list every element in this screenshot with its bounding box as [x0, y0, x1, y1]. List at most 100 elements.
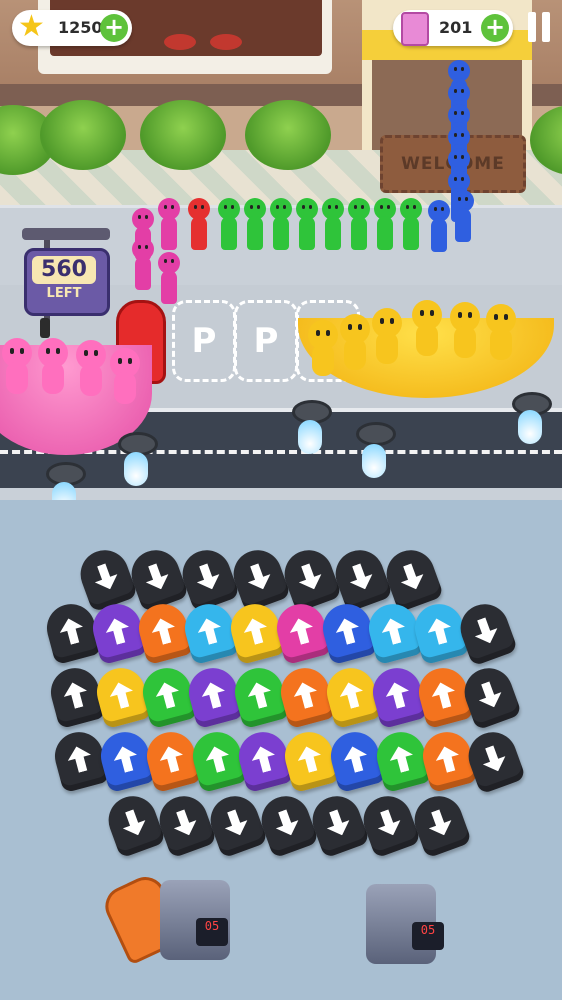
grid-boat[interactable]	[152, 789, 218, 859]
tickets-pill: 201 +	[393, 10, 513, 46]
eye	[380, 318, 384, 324]
eye	[413, 205, 416, 209]
eye	[454, 177, 457, 181]
rider-body	[344, 338, 366, 370]
star-icon: ★	[18, 9, 45, 44]
passenger-body	[351, 216, 367, 250]
grid-boat[interactable]	[379, 543, 445, 613]
arrow-up-icon	[387, 743, 417, 774]
rider-body	[376, 332, 398, 364]
passenger-body	[299, 216, 315, 250]
eye	[84, 350, 88, 356]
passenger	[130, 238, 156, 290]
grid-boat[interactable]	[203, 789, 269, 859]
grid-boat[interactable]	[453, 597, 519, 667]
arrow-down-icon	[373, 807, 404, 840]
eye	[283, 205, 286, 209]
eye	[465, 197, 468, 201]
arrow-down-icon	[478, 743, 509, 776]
arrow-up-icon	[153, 679, 183, 710]
grid-boat[interactable]	[124, 543, 190, 613]
eye	[171, 259, 174, 263]
passenger	[242, 198, 268, 250]
rider-body	[312, 344, 334, 376]
grid-boat[interactable]	[101, 789, 167, 859]
add-stars-button[interactable]: +	[100, 14, 128, 42]
arrow-up-icon	[65, 743, 95, 774]
arrow-down-icon	[396, 561, 427, 594]
game-scene: WELCOME P P 560 LEFT	[0, 0, 562, 500]
stars-count: 1250	[58, 18, 103, 37]
eye	[94, 350, 98, 356]
rider	[484, 304, 518, 360]
bush	[140, 100, 226, 170]
eye	[390, 318, 394, 324]
eye	[380, 205, 383, 209]
launcher-counter-left: 05	[196, 918, 228, 946]
arrow-down-icon	[192, 561, 223, 594]
arrow-up-icon	[249, 743, 279, 774]
arrow-down-icon	[220, 807, 251, 840]
eye	[361, 205, 364, 209]
arrow-down-icon	[169, 807, 200, 840]
passenger-body	[221, 216, 237, 250]
arrow-down-icon	[345, 561, 376, 594]
traffic-light-icon	[40, 318, 50, 338]
arrow-up-icon	[199, 679, 229, 710]
grid-boat[interactable]	[457, 661, 523, 731]
passenger	[156, 198, 182, 250]
grid-boat[interactable]	[277, 543, 343, 613]
grid-boat[interactable]	[305, 789, 371, 859]
eye	[458, 197, 461, 201]
grid-boat[interactable]	[254, 789, 320, 859]
eye	[328, 205, 331, 209]
grid-boat[interactable]	[461, 725, 527, 795]
arrow-up-icon	[379, 615, 409, 646]
eye	[118, 358, 122, 364]
eye	[138, 215, 141, 219]
passenger	[156, 252, 182, 304]
grid-boat[interactable]	[328, 543, 394, 613]
grid-boat[interactable]	[356, 789, 422, 859]
arrow-up-icon	[195, 615, 225, 646]
rider	[108, 348, 142, 404]
passenger-body	[325, 216, 341, 250]
rider-body	[80, 364, 102, 396]
ticket-icon	[401, 12, 429, 46]
add-tickets-button[interactable]: +	[481, 14, 509, 42]
stars-pill: ★ 1250 +	[12, 10, 132, 46]
grid-boat[interactable]	[226, 543, 292, 613]
arrow-up-icon	[291, 679, 321, 710]
arrow-down-icon	[470, 615, 501, 648]
eye	[171, 205, 174, 209]
grid-boat[interactable]	[407, 789, 473, 859]
rider	[410, 300, 444, 356]
passenger	[346, 198, 372, 250]
jet-icon	[124, 452, 148, 486]
rider-body	[416, 324, 438, 356]
arrow-up-icon	[341, 743, 371, 774]
eye	[458, 312, 462, 318]
arrow-down-icon	[474, 679, 505, 712]
eye	[454, 155, 457, 159]
passenger	[450, 190, 476, 242]
eye	[56, 348, 60, 354]
arrow-down-icon	[243, 561, 274, 594]
bush	[40, 100, 126, 170]
passenger-body	[247, 216, 263, 250]
grid-boat[interactable]	[73, 543, 139, 613]
pause-button[interactable]	[528, 12, 552, 44]
arrow-up-icon	[245, 679, 275, 710]
eye	[128, 358, 132, 364]
rider	[338, 314, 372, 370]
arrow-up-icon	[149, 615, 179, 646]
arrow-up-icon	[425, 615, 455, 646]
rider	[370, 308, 404, 364]
eye	[348, 324, 352, 330]
eye	[441, 207, 444, 211]
eye	[504, 314, 508, 320]
eye	[454, 133, 457, 137]
passenger-body	[273, 216, 289, 250]
arrow-down-icon	[118, 807, 149, 840]
grid-boat[interactable]	[175, 543, 241, 613]
